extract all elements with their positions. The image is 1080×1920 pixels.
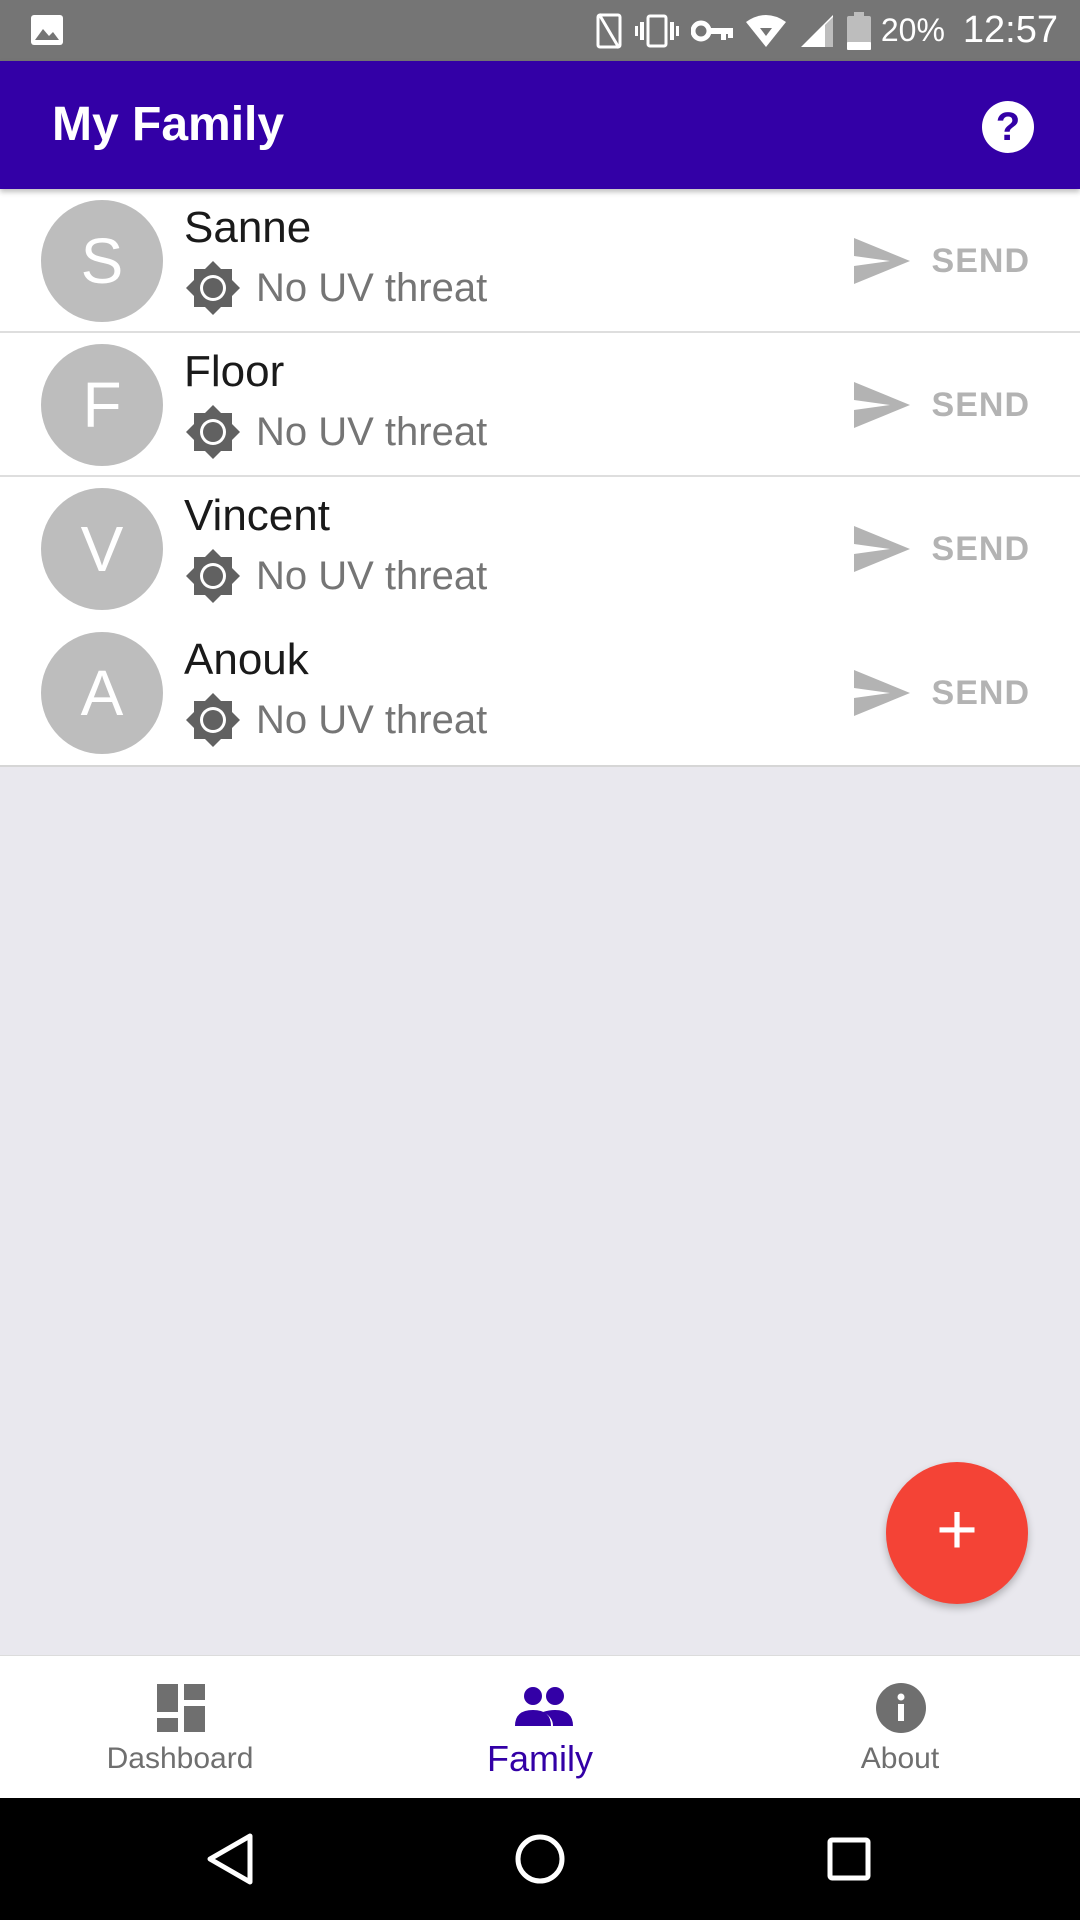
uv-status-row: No UV threat: [184, 547, 487, 605]
nav-item-family[interactable]: Family: [360, 1656, 720, 1799]
member-name: Floor: [184, 347, 285, 396]
list-item[interactable]: F Floor No UV threat SEND: [0, 333, 1080, 477]
send-button[interactable]: SEND: [853, 229, 1030, 293]
sun-icon: [184, 403, 242, 461]
bottom-navigation: Dashboard Family About: [0, 1655, 1080, 1798]
family-member-list: S Sanne No UV threat SEND F Floor No UV …: [0, 189, 1080, 767]
nfc-icon: [595, 12, 623, 50]
list-item[interactable]: S Sanne No UV threat SEND: [0, 189, 1080, 333]
send-label: SEND: [931, 385, 1030, 424]
help-button[interactable]: ?: [982, 101, 1034, 153]
avatar: V: [41, 488, 163, 610]
page-title: My Family: [52, 98, 285, 151]
vibrate-icon: [634, 14, 679, 48]
member-name: Sanne: [184, 203, 312, 252]
list-item[interactable]: V Vincent No UV threat SEND: [0, 477, 1080, 621]
home-icon[interactable]: [509, 1828, 571, 1890]
battery-icon: [846, 11, 871, 50]
recents-icon[interactable]: [818, 1828, 880, 1890]
send-label: SEND: [931, 673, 1030, 712]
uv-status-row: No UV threat: [184, 403, 487, 461]
member-name: Vincent: [184, 491, 330, 540]
gallery-notification-icon: [30, 14, 64, 46]
avatar: S: [41, 200, 163, 322]
uv-status-text: No UV threat: [256, 553, 488, 598]
family-icon: [515, 1686, 573, 1738]
screen: 20% 12:57 My Family ? S Sanne No UV thre…: [0, 0, 1080, 1920]
send-icon: [853, 668, 910, 718]
add-member-button[interactable]: +: [886, 1462, 1028, 1604]
clock: 12:57: [962, 9, 1058, 51]
send-label: SEND: [931, 241, 1030, 280]
member-name: Anouk: [184, 635, 309, 684]
nav-label: About: [860, 1742, 940, 1775]
avatar: F: [41, 344, 163, 466]
send-icon: [853, 236, 910, 286]
list-item[interactable]: A Anouk No UV threat SEND: [0, 621, 1080, 765]
back-icon[interactable]: [200, 1828, 262, 1890]
send-button[interactable]: SEND: [853, 661, 1030, 725]
uv-status-text: No UV threat: [256, 265, 488, 310]
nav-label: Family: [487, 1738, 593, 1779]
wifi-icon: [745, 14, 787, 48]
avatar: A: [41, 632, 163, 754]
send-label: SEND: [931, 529, 1030, 568]
status-bar: 20% 12:57: [0, 0, 1080, 61]
send-icon: [853, 524, 910, 574]
dashboard-icon: [155, 1682, 207, 1734]
uv-status-text: No UV threat: [256, 409, 488, 454]
sun-icon: [184, 691, 242, 749]
vpn-key-icon: [690, 19, 733, 43]
nav-item-dashboard[interactable]: Dashboard: [0, 1656, 360, 1799]
uv-status-row: No UV threat: [184, 691, 487, 749]
sun-icon: [184, 547, 242, 605]
sun-icon: [184, 259, 242, 317]
uv-status-row: No UV threat: [184, 259, 487, 317]
uv-status-text: No UV threat: [256, 697, 488, 742]
info-icon: [875, 1682, 927, 1734]
battery-percentage: 20%: [880, 12, 945, 48]
send-button[interactable]: SEND: [853, 373, 1030, 437]
app-bar: My Family ?: [0, 61, 1080, 189]
signal-icon: [799, 13, 835, 49]
status-icons: 20% 12:57: [595, 0, 1058, 61]
system-navigation-bar: [0, 1798, 1080, 1920]
nav-item-about[interactable]: About: [720, 1656, 1080, 1799]
send-icon: [853, 380, 910, 430]
list-divider: [0, 765, 1080, 767]
nav-label: Dashboard: [106, 1742, 254, 1775]
send-button[interactable]: SEND: [853, 517, 1030, 581]
